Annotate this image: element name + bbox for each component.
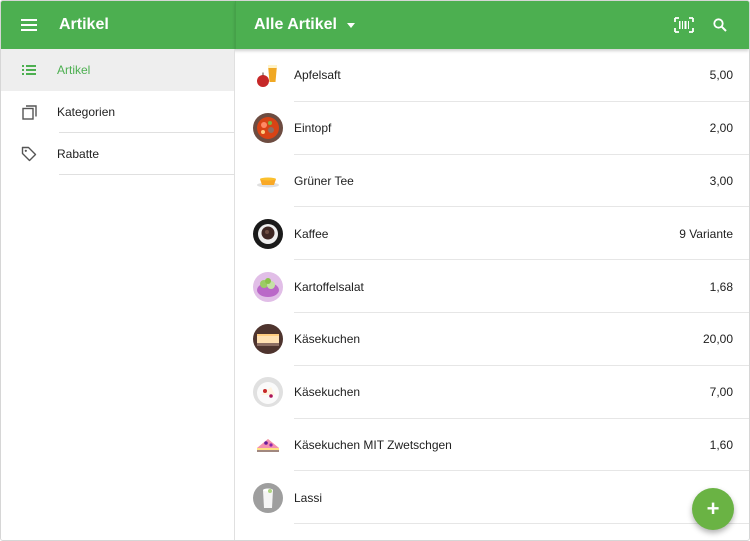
item-name: Lassi	[294, 490, 323, 505]
categories-icon	[1, 104, 57, 120]
item-name: Käsekuchen	[294, 385, 361, 400]
potato-salad-thumbnail	[253, 271, 283, 302]
navigation-sidebar: Artikel Kategorien Rabatte	[1, 49, 235, 540]
item-name: Eintopf	[294, 121, 332, 136]
item-name: Käsekuchen MIT Zwetschgen	[294, 437, 452, 452]
search-icon[interactable]	[709, 14, 731, 36]
filter-label: Alle Artikel	[254, 16, 337, 33]
item-price: 1,60	[709, 437, 733, 452]
sidebar-item-artikel[interactable]: Artikel	[1, 49, 234, 91]
list-item[interactable]: Kaffee 9 Variante	[236, 207, 749, 260]
item-price: 2,00	[709, 121, 733, 136]
item-price: 5,00	[709, 68, 733, 83]
item-price: 7,00	[709, 385, 733, 400]
list-item[interactable]: Käsekuchen 20,00	[236, 313, 749, 366]
list-item[interactable]: Grüner Tee 3,00	[236, 155, 749, 208]
apple-juice-thumbnail	[253, 60, 283, 91]
app-window: Artikel Alle Artikel Artikel Kategorien …	[0, 0, 750, 541]
app-bar: Artikel	[1, 1, 235, 49]
sidebar-item-label: Rabatte	[57, 147, 100, 161]
item-price: 9 Variante	[679, 226, 733, 241]
add-item-button[interactable]: +	[692, 488, 734, 530]
list-item[interactable]: Lassi	[236, 471, 749, 524]
filter-dropdown[interactable]: Alle Artikel	[254, 16, 355, 34]
green-tea-thumbnail	[253, 165, 283, 196]
list-item[interactable]: Apfelsaft 5,00	[236, 49, 749, 102]
item-price: 1,68	[709, 279, 733, 294]
item-name: Kartoffelsalat	[294, 279, 364, 294]
list-toolbar: Alle Artikel	[235, 1, 749, 49]
list-item[interactable]: Käsekuchen MIT Zwetschgen 1,60	[236, 419, 749, 472]
list-item[interactable]: Käsekuchen 7,00	[236, 366, 749, 419]
tag-icon	[1, 146, 57, 162]
plus-icon: +	[706, 496, 720, 521]
coffee-thumbnail	[253, 218, 283, 249]
item-name: Grüner Tee	[294, 173, 354, 188]
cheesecake-thumbnail	[253, 324, 283, 355]
stew-thumbnail	[253, 113, 283, 144]
plum-cheesecake-thumbnail	[253, 429, 283, 460]
list-icon	[1, 65, 57, 75]
chevron-down-icon	[347, 22, 355, 28]
barcode-scan-icon[interactable]	[673, 14, 695, 36]
lassi-thumbnail	[253, 482, 283, 513]
sidebar-item-label: Kategorien	[57, 105, 116, 119]
item-price: 20,00	[702, 332, 733, 347]
sidebar-item-rabatte[interactable]: Rabatte	[1, 133, 234, 175]
item-name: Käsekuchen	[294, 332, 361, 347]
item-price: 3,00	[709, 173, 733, 188]
item-name: Apfelsaft	[294, 68, 341, 83]
list-item[interactable]: Eintopf 2,00	[236, 102, 749, 155]
app-title: Artikel	[59, 16, 109, 33]
sidebar-item-kategorien[interactable]: Kategorien	[1, 91, 234, 133]
item-name: Kaffee	[294, 226, 329, 241]
hamburger-menu-icon[interactable]	[17, 13, 41, 37]
list-item[interactable]: Kartoffelsalat 1,68	[236, 260, 749, 313]
item-list: Apfelsaft 5,00 Eintopf 2,00 Grüner Tee 3…	[236, 49, 749, 540]
cheesecake-thumbnail	[253, 377, 283, 408]
sidebar-item-label: Artikel	[57, 63, 91, 77]
